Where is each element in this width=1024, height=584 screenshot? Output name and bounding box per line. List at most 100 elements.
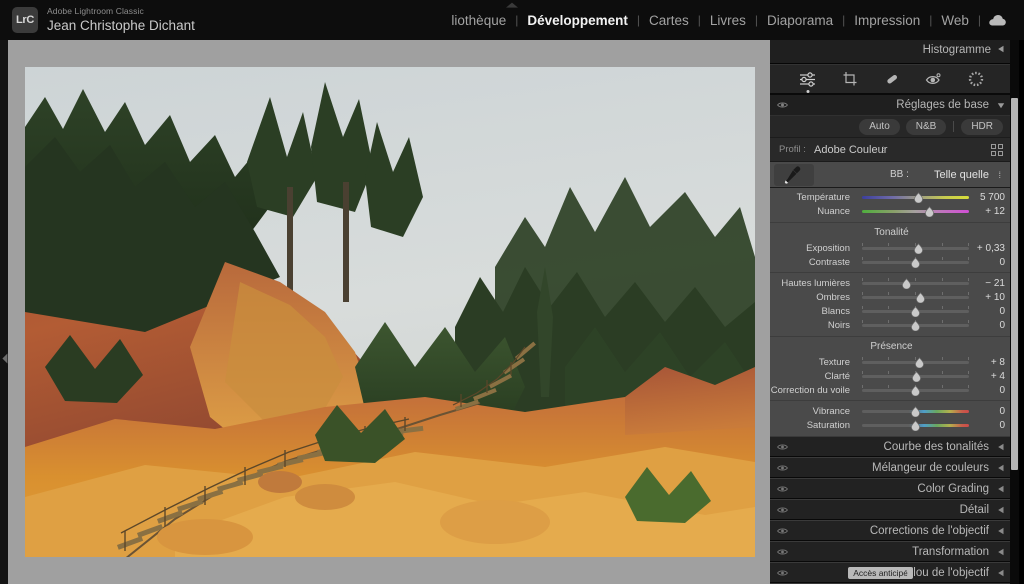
slider-handle[interactable] xyxy=(901,278,912,289)
slider-handle[interactable] xyxy=(914,357,925,368)
eye-toggle-icon[interactable] xyxy=(776,441,788,453)
slider-value[interactable]: 0 xyxy=(965,420,1005,431)
chevron-left-icon[interactable] xyxy=(996,568,1005,577)
eye-toggle-icon[interactable] xyxy=(776,483,788,495)
eye-toggle-icon[interactable] xyxy=(776,462,788,474)
slider-label: Température xyxy=(797,192,850,203)
slider-value[interactable]: + 12 xyxy=(965,206,1005,217)
chevron-left-icon[interactable] xyxy=(996,505,1005,514)
slider-value[interactable]: 0 xyxy=(965,320,1005,331)
slider-handle[interactable] xyxy=(924,206,935,217)
top-panel-toggle[interactable] xyxy=(499,0,525,9)
dropdown-icon[interactable]: ⁞ xyxy=(882,145,885,155)
slider-value[interactable]: 0 xyxy=(965,306,1005,317)
chevron-left-icon[interactable] xyxy=(996,463,1005,472)
panel-detail[interactable]: Détail xyxy=(770,499,1013,520)
healing-brush-icon[interactable] xyxy=(882,69,902,89)
panel-color-grading[interactable]: Color Grading xyxy=(770,478,1013,499)
slider-label: Blancs xyxy=(821,306,850,317)
panel-flou-de-lobjectif[interactable]: Accès anticipé Flou de l'objectif xyxy=(770,562,1013,583)
masking-icon[interactable] xyxy=(966,69,986,89)
slider-value[interactable]: − 21 xyxy=(965,278,1005,289)
slider-value[interactable]: 0 xyxy=(965,406,1005,417)
chevron-left-icon[interactable] xyxy=(996,442,1005,451)
slider-handle[interactable] xyxy=(910,406,921,417)
slider-temperature[interactable]: Température 5 700 xyxy=(770,190,1013,204)
eye-toggle-icon[interactable] xyxy=(776,525,788,537)
slider-clarte[interactable]: Clarté + 4 xyxy=(770,369,1013,383)
red-eye-icon[interactable] xyxy=(924,69,944,89)
slider-tint[interactable]: Nuance + 12 xyxy=(770,204,1013,218)
panel-scrollbar-thumb[interactable] xyxy=(1011,98,1018,470)
eye-toggle-icon[interactable] xyxy=(776,99,788,111)
cloud-icon[interactable] xyxy=(981,15,1016,26)
slider-value[interactable]: 0 xyxy=(965,385,1005,396)
slider-blancs[interactable]: Blancs 0 xyxy=(770,304,1013,318)
slider-contraste[interactable]: Contraste 0 xyxy=(770,255,1013,269)
module-web[interactable]: Web xyxy=(932,13,978,28)
module-developpement[interactable]: Développement xyxy=(518,13,637,28)
slider-value[interactable]: 5 700 xyxy=(965,192,1005,203)
slider-track[interactable] xyxy=(862,210,969,213)
hdr-button[interactable]: HDR xyxy=(961,119,1003,135)
bw-button[interactable]: N&B xyxy=(906,119,947,135)
crop-icon[interactable] xyxy=(840,69,860,89)
left-panel-strip xyxy=(0,40,8,584)
image-canvas[interactable] xyxy=(8,40,770,584)
slider-label: Ombres xyxy=(816,292,850,303)
slider-saturation[interactable]: Saturation 0 xyxy=(770,418,1013,432)
slider-handle[interactable] xyxy=(911,371,922,382)
slider-value[interactable]: + 0,33 xyxy=(965,243,1005,254)
module-livres[interactable]: Livres xyxy=(701,13,755,28)
white-balance-value[interactable]: Telle quelle xyxy=(934,169,989,181)
chevron-down-icon[interactable] xyxy=(996,101,1005,110)
slider-handle[interactable] xyxy=(913,243,924,254)
slider-value[interactable]: + 10 xyxy=(965,292,1005,303)
eyedropper-icon[interactable] xyxy=(774,164,814,186)
chevron-left-icon[interactable] xyxy=(996,547,1005,556)
module-diaporama[interactable]: Diaporama xyxy=(758,13,842,28)
chevron-left-icon[interactable] xyxy=(996,484,1005,493)
histogram-panel-header[interactable]: Histogramme xyxy=(770,40,1013,60)
module-cartes[interactable]: Cartes xyxy=(640,13,698,28)
chevron-left-icon[interactable] xyxy=(997,44,1005,56)
dropdown-icon[interactable]: ⁞ xyxy=(998,170,1001,180)
module-bibliotheque[interactable]: liothèque xyxy=(442,13,515,28)
white-balance-row: BB : Telle quelle ⁞ xyxy=(770,162,1013,188)
photo-image[interactable] xyxy=(25,67,755,557)
slider-exposition[interactable]: Exposition + 0,33 xyxy=(770,241,1013,255)
eye-toggle-icon[interactable] xyxy=(776,546,788,558)
slider-handle[interactable] xyxy=(910,306,921,317)
eye-toggle-icon[interactable] xyxy=(776,567,788,579)
panel-courbe-des-tonalites[interactable]: Courbe des tonalités xyxy=(770,436,1013,457)
slider-value[interactable]: + 4 xyxy=(965,371,1005,382)
profile-grid-icon[interactable] xyxy=(991,144,1003,156)
basic-panel-header[interactable]: Réglages de base xyxy=(770,94,1013,116)
slider-handle[interactable] xyxy=(910,385,921,396)
edit-sliders-icon[interactable] xyxy=(798,69,818,89)
panel-corrections-de-lobjectif[interactable]: Corrections de l'objectif xyxy=(770,520,1013,541)
panel-melangeur-de-couleurs[interactable]: Mélangeur de couleurs xyxy=(770,457,1013,478)
slider-value[interactable]: 0 xyxy=(965,257,1005,268)
eye-toggle-icon[interactable] xyxy=(776,504,788,516)
app-name-label: Adobe Lightroom Classic xyxy=(47,7,195,17)
slider-handle[interactable] xyxy=(915,292,926,303)
panel-transformation[interactable]: Transformation xyxy=(770,541,1013,562)
left-panel-toggle[interactable] xyxy=(1,352,8,364)
slider-hautes-lumieres[interactable]: Hautes lumières − 21 xyxy=(770,276,1013,290)
slider-handle[interactable] xyxy=(910,320,921,331)
slider-correction-du-voile[interactable]: Correction du voile 0 xyxy=(770,383,1013,397)
slider-texture[interactable]: Texture + 8 xyxy=(770,355,1013,369)
slider-handle[interactable] xyxy=(910,257,921,268)
slider-vibrance[interactable]: Vibrance 0 xyxy=(770,404,1013,418)
chevron-left-icon[interactable] xyxy=(996,526,1005,535)
profile-value[interactable]: Adobe Couleur xyxy=(814,144,887,156)
slider-label: Saturation xyxy=(807,420,850,431)
slider-noirs[interactable]: Noirs 0 xyxy=(770,318,1013,332)
slider-handle[interactable] xyxy=(910,420,921,431)
module-impression[interactable]: Impression xyxy=(845,13,929,28)
auto-button[interactable]: Auto xyxy=(859,119,900,135)
slider-handle[interactable] xyxy=(913,192,924,203)
slider-value[interactable]: + 8 xyxy=(965,357,1005,368)
slider-ombres[interactable]: Ombres + 10 xyxy=(770,290,1013,304)
